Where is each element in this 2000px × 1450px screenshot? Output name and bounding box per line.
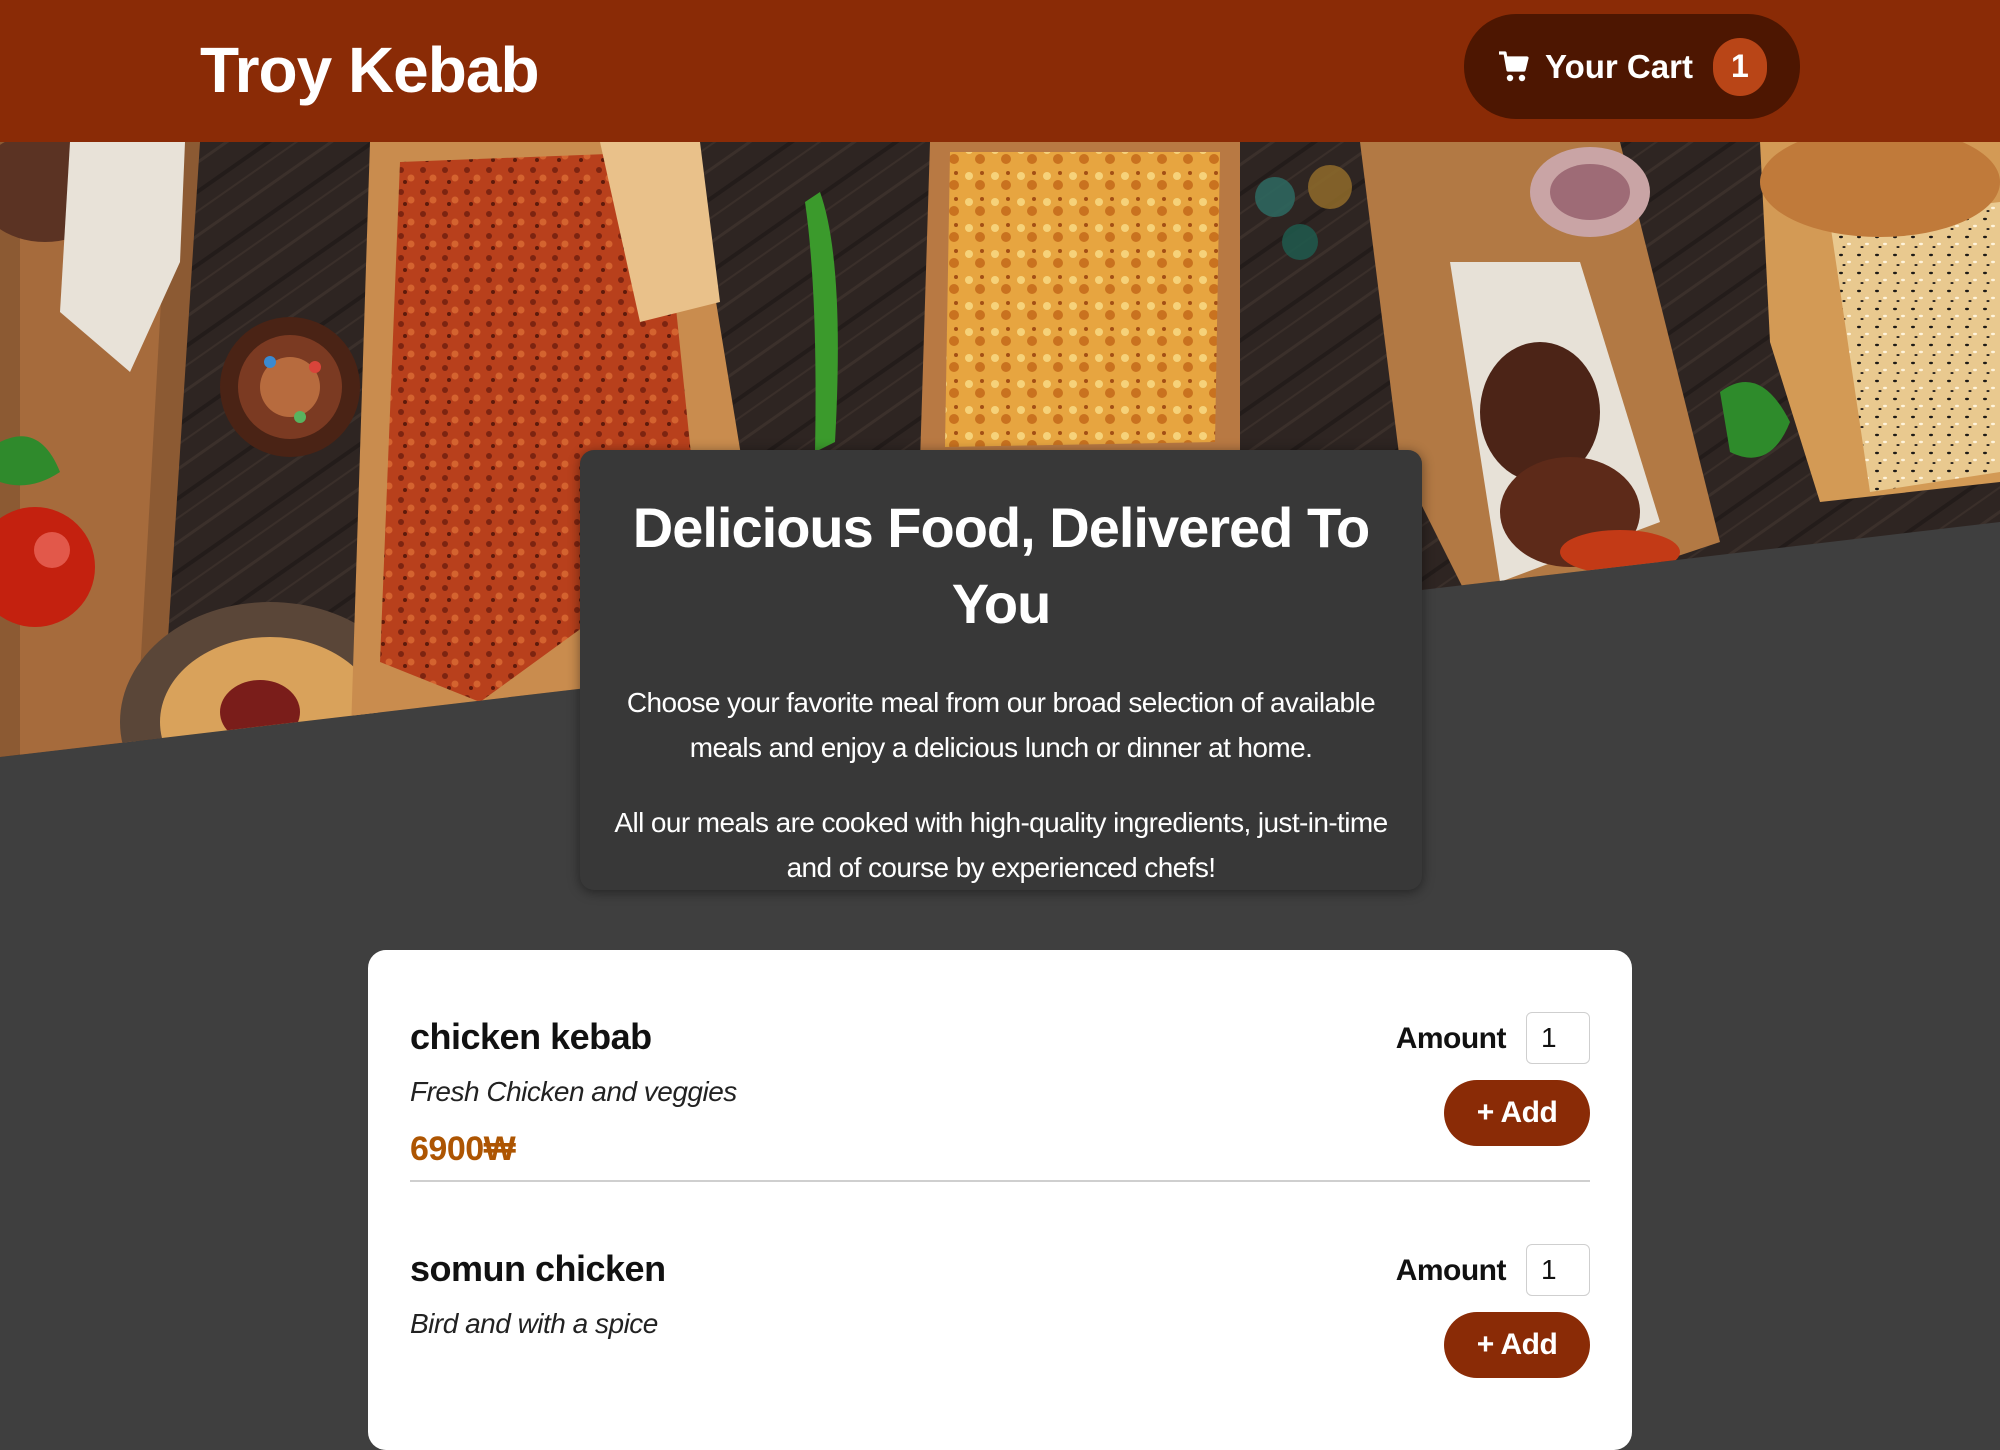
site-logo-title: Troy Kebab	[200, 34, 540, 106]
meal-description: Bird and with a spice	[410, 1308, 658, 1339]
amount-label: Amount	[1395, 1022, 1507, 1055]
meal-name: somun chicken	[410, 1248, 666, 1289]
cart-button[interactable]: Your Cart 1	[1464, 14, 1800, 119]
app-header: Troy Kebab Your Cart 1	[0, 0, 2000, 142]
meal-price: 6900₩	[410, 1130, 516, 1168]
meal-description: Fresh Chicken and veggies	[410, 1076, 737, 1107]
cart-count-badge: 1	[1712, 37, 1767, 96]
summary-card: Delicious Food, Delivered To You Choose …	[580, 450, 1422, 890]
add-to-cart-button[interactable]: + Add	[1444, 1312, 1590, 1378]
summary-paragraph-2: All our meals are cooked with high-quali…	[614, 807, 1388, 883]
meal-name: chicken kebab	[410, 1016, 652, 1057]
summary-paragraph-1: Choose your favorite meal from our broad…	[626, 687, 1376, 763]
amount-input[interactable]	[1526, 1012, 1590, 1064]
cart-icon	[1497, 50, 1529, 84]
summary-heading: Delicious Food, Delivered To You	[632, 496, 1370, 635]
add-to-cart-button[interactable]: + Add	[1444, 1080, 1590, 1146]
meal-item: somun chicken Bird and with a spice Amou…	[410, 1182, 1590, 1414]
cart-label: Your Cart	[1545, 47, 1693, 85]
amount-label: Amount	[1395, 1254, 1507, 1287]
amount-input[interactable]	[1526, 1244, 1590, 1296]
meal-item: chicken kebab Fresh Chicken and veggies …	[410, 950, 1590, 1182]
meals-list-card: chicken kebab Fresh Chicken and veggies …	[368, 950, 1632, 1450]
